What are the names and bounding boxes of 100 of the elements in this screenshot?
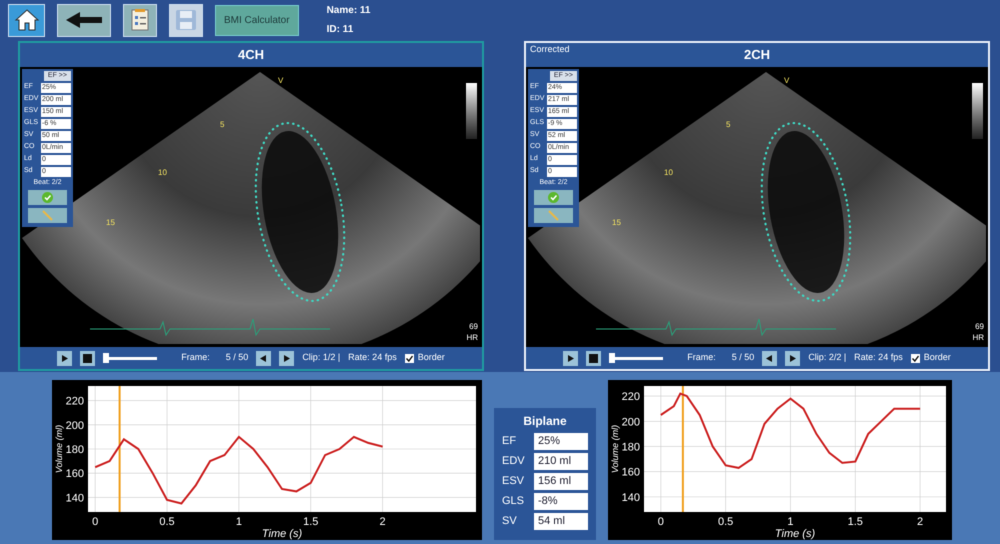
- home-icon: [14, 7, 40, 33]
- depth-marker: 5: [726, 119, 730, 131]
- clipboard-icon: [130, 8, 150, 32]
- biplane-value: 54 ml: [534, 513, 588, 530]
- heart-rate-label: HR: [466, 332, 478, 344]
- bmi-calculator-button[interactable]: BMI Calculator: [215, 4, 299, 36]
- biplane-label: EDV: [502, 454, 526, 470]
- frame-counter: 5 / 50: [732, 351, 754, 364]
- edit-button[interactable]: [28, 208, 67, 222]
- border-checkbox[interactable]: [910, 354, 920, 362]
- y-tick-label: 160: [622, 466, 640, 479]
- previous-frame-button[interactable]: [762, 350, 778, 366]
- biplane-label: GLS: [502, 494, 526, 510]
- left-arrow-icon: [64, 10, 104, 30]
- stop-button[interactable]: [80, 350, 96, 366]
- x-axis-title: Time (s): [262, 528, 302, 540]
- next-frame-button[interactable]: [279, 350, 294, 366]
- play-button[interactable]: [57, 350, 72, 366]
- x-axis-title: Time (s): [774, 528, 816, 540]
- stop-icon: [83, 354, 92, 362]
- heart-rate-label: HR: [972, 332, 984, 344]
- x-tick-label: 1: [787, 516, 794, 528]
- accept-button[interactable]: [28, 190, 67, 204]
- clip-label: Clip: 1/2 |: [302, 351, 340, 364]
- time-cursor[interactable]: [118, 386, 121, 512]
- border-checkbox[interactable]: [404, 354, 414, 362]
- biplane-value: 25%: [534, 433, 588, 450]
- check-icon: [912, 354, 919, 362]
- y-tick-label: 180: [66, 444, 84, 456]
- y-tick-label: 140: [622, 492, 640, 504]
- stop-button[interactable]: [586, 350, 602, 366]
- status-label: Corrected: [530, 43, 570, 56]
- x-tick-label: 1.5: [303, 516, 318, 528]
- depth-marker: 15: [106, 217, 115, 229]
- home-button[interactable]: [8, 4, 45, 36]
- border-label: Border: [924, 351, 951, 364]
- y-axis-title: Volume (ml): [54, 424, 64, 474]
- previous-icon: [766, 354, 774, 362]
- check-circle-icon: [42, 192, 53, 202]
- y-tick-label: 180: [622, 441, 640, 454]
- y-tick-label: 200: [622, 416, 640, 428]
- x-tick-label: 1: [236, 516, 242, 528]
- biplane-title: Biplane: [522, 413, 568, 430]
- back-button[interactable]: [57, 4, 111, 36]
- clip-label: Clip: 2/2 |: [808, 351, 846, 364]
- next-frame-button[interactable]: [785, 350, 800, 366]
- depth-marker: 10: [664, 167, 673, 179]
- rate-label: Rate: 24 fps: [348, 351, 397, 364]
- depth-marker: V: [784, 75, 790, 87]
- next-icon: [789, 354, 796, 362]
- frame-slider[interactable]: [103, 353, 158, 363]
- biplane-label: SV: [502, 514, 518, 530]
- biplane-value: -8%: [534, 493, 588, 510]
- x-tick-label: 1.5: [848, 516, 863, 528]
- depth-marker: 5: [220, 119, 224, 131]
- next-icon: [283, 354, 290, 362]
- edit-button[interactable]: [534, 208, 573, 222]
- slider-thumb[interactable]: [608, 353, 615, 363]
- x-tick-label: 2: [380, 516, 386, 528]
- grayscale-bar: [972, 83, 983, 139]
- patient-name: Name: 11: [326, 4, 370, 18]
- frame-slider[interactable]: [609, 353, 664, 363]
- check-circle-icon: [548, 192, 559, 202]
- previous-icon: [260, 354, 268, 362]
- heart-rate-value: 69: [975, 321, 984, 333]
- x-tick-label: 0.5: [718, 516, 734, 528]
- play-button[interactable]: [563, 350, 578, 366]
- biplane-label: ESV: [502, 474, 526, 490]
- x-tick-label: 2: [917, 516, 924, 528]
- biplane-value: 210 ml: [534, 453, 588, 470]
- accept-button[interactable]: [534, 190, 573, 204]
- view-title: 2CH: [744, 46, 770, 64]
- biplane-label: EF: [502, 434, 518, 450]
- y-tick-label: 140: [66, 492, 84, 504]
- rate-label: Rate: 24 fps: [854, 351, 903, 364]
- x-tick-label: 0: [658, 516, 664, 528]
- biplane-value: 156 ml: [534, 473, 588, 490]
- pencil-icon: [42, 210, 53, 220]
- frame-label: Frame:: [687, 351, 716, 364]
- check-icon: [406, 354, 413, 362]
- previous-frame-button[interactable]: [256, 350, 272, 366]
- x-tick-label: 0: [92, 516, 98, 528]
- play-icon: [61, 354, 68, 362]
- stop-icon: [589, 354, 598, 362]
- play-icon: [567, 354, 574, 362]
- view-title: 4CH: [238, 46, 264, 64]
- slider-thumb[interactable]: [102, 353, 109, 363]
- depth-marker: 10: [158, 167, 167, 179]
- y-tick-label: 200: [66, 420, 84, 432]
- y-tick-label: 160: [66, 468, 84, 480]
- y-axis-title: Volume (ml): [610, 424, 620, 474]
- border-label: Border: [418, 351, 445, 364]
- depth-marker: 15: [612, 217, 621, 229]
- frame-counter: 5 / 50: [226, 351, 248, 364]
- report-button[interactable]: [123, 4, 157, 36]
- frame-label: Frame:: [181, 351, 210, 364]
- depth-marker: V: [278, 75, 284, 87]
- grayscale-bar: [466, 83, 477, 139]
- pencil-icon: [548, 210, 559, 220]
- x-tick-label: 0.5: [159, 516, 175, 528]
